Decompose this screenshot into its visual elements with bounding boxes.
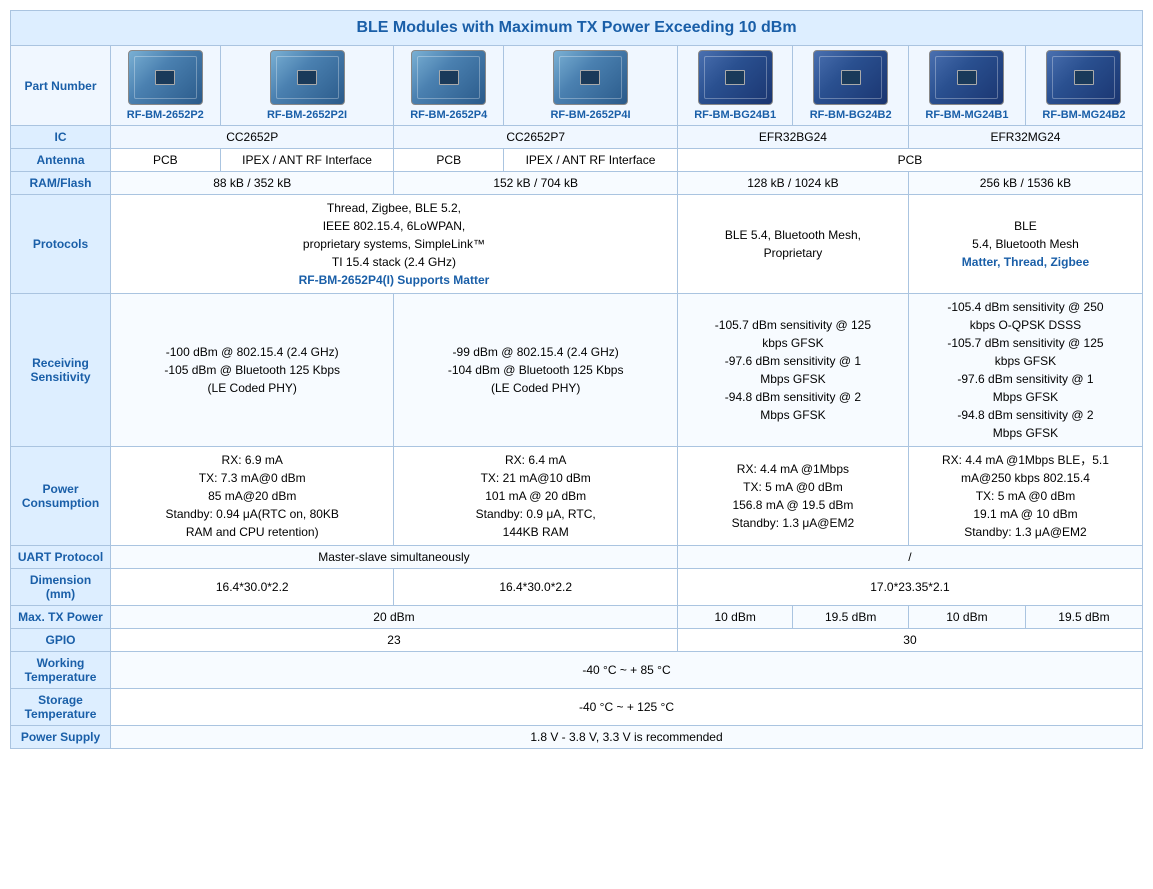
module-image-col8 [1046,50,1121,105]
protocols-groupD: BLE5.4, Bluetooth Mesh Matter, Thread, Z… [908,195,1142,294]
gpio-label: GPIO [11,629,111,652]
uart-label: UART Protocol [11,546,111,569]
part-name-col8: RF-BM-MG24B2 [1042,109,1125,121]
power-supply-label: Power Supply [11,726,111,749]
dimension-groupA: 16.4*30.0*2.2 [111,569,394,606]
module-image-col7 [929,50,1004,105]
antenna-col4: IPEX / ANT RF Interface [504,149,678,172]
part-name-col2: RF-BM-2652P2I [267,109,347,121]
module-image-col5 [698,50,773,105]
dimension-groupB: 16.4*30.0*2.2 [394,569,677,606]
module-image-col4 [553,50,628,105]
part-name-col7: RF-BM-MG24B1 [925,109,1008,121]
max-tx-col7: 10 dBm [908,606,1025,629]
max-tx-groupAB: 20 dBm [111,606,678,629]
max-tx-col6: 19.5 dBm [793,606,909,629]
ic-groupC: EFR32BG24 [677,126,908,149]
part-col4: RF-BM-2652P4I [504,46,678,126]
main-comparison-table: BLE Modules with Maximum TX Power Exceed… [10,10,1143,749]
protocols-matter-note: RF-BM-2652P4(I) Supports Matter [299,273,490,287]
uart-groupAB: Master-slave simultaneously [111,546,678,569]
protocols-groupC: BLE 5.4, Bluetooth Mesh,Proprietary [677,195,908,294]
antenna-col1: PCB [111,149,221,172]
part-col7: RF-BM-MG24B1 [908,46,1025,126]
max-tx-col5: 10 dBm [677,606,793,629]
protocols-groupAB: Thread, Zigbee, BLE 5.2,IEEE 802.15.4, 6… [111,195,678,294]
max-tx-label: Max. TX Power [11,606,111,629]
rx-sensitivity-groupC: -105.7 dBm sensitivity @ 125kbps GFSK-97… [677,294,908,447]
ram-flash-groupC: 128 kB / 1024 kB [677,172,908,195]
ic-label: IC [11,126,111,149]
part-name-col5: RF-BM-BG24B1 [694,109,776,121]
antenna-groupCD: PCB [677,149,1142,172]
antenna-col2: IPEX / ANT RF Interface [220,149,394,172]
ic-groupB: CC2652P7 [394,126,677,149]
rx-sensitivity-groupA: -100 dBm @ 802.15.4 (2.4 GHz)-105 dBm @ … [111,294,394,447]
ram-flash-groupA: 88 kB / 352 kB [111,172,394,195]
rx-sensitivity-groupD: -105.4 dBm sensitivity @ 250kbps O-QPSK … [908,294,1142,447]
part-col5: RF-BM-BG24B1 [677,46,793,126]
power-consumption-groupC: RX: 4.4 mA @1MbpsTX: 5 mA @0 dBm156.8 mA… [677,447,908,546]
part-col2: RF-BM-2652P2I [220,46,394,126]
gpio-groupCD: 30 [677,629,1142,652]
ram-flash-groupB: 152 kB / 704 kB [394,172,677,195]
part-col1: RF-BM-2652P2 [111,46,221,126]
power-consumption-label: PowerConsumption [11,447,111,546]
part-name-col3: RF-BM-2652P4 [410,109,487,121]
module-image-col2 [270,50,345,105]
dimension-label: Dimension (mm) [11,569,111,606]
part-name-col1: RF-BM-2652P2 [127,109,204,121]
antenna-col3: PCB [394,149,504,172]
power-consumption-groupA: RX: 6.9 mATX: 7.3 mA@0 dBm85 mA@20 dBmSt… [111,447,394,546]
dimension-groupCD: 17.0*23.35*2.1 [677,569,1142,606]
ram-flash-label: RAM/Flash [11,172,111,195]
gpio-groupAB: 23 [111,629,678,652]
ic-groupA: CC2652P [111,126,394,149]
part-col8: RF-BM-MG24B2 [1025,46,1142,126]
module-image-col1 [128,50,203,105]
table-title: BLE Modules with Maximum TX Power Exceed… [11,11,1143,46]
part-col6: RF-BM-BG24B2 [793,46,909,126]
protocols-label: Protocols [11,195,111,294]
rx-sensitivity-groupB: -99 dBm @ 802.15.4 (2.4 GHz)-104 dBm @ B… [394,294,677,447]
part-name-col6: RF-BM-BG24B2 [810,109,892,121]
working-temp-label: WorkingTemperature [11,652,111,689]
antenna-label: Antenna [11,149,111,172]
protocols-groupD-matter: Matter, Thread, Zigbee [962,255,1089,269]
power-consumption-groupB: RX: 6.4 mATX: 21 mA@10 dBm101 mA @ 20 dB… [394,447,677,546]
module-image-col6 [813,50,888,105]
part-name-col4: RF-BM-2652P4I [550,109,630,121]
max-tx-col8: 19.5 dBm [1025,606,1142,629]
power-consumption-groupD: RX: 4.4 mA @1Mbps BLE，5.1mA@250 kbps 802… [908,447,1142,546]
rx-sensitivity-label: ReceivingSensitivity [11,294,111,447]
ic-groupD: EFR32MG24 [908,126,1142,149]
ram-flash-groupD: 256 kB / 1536 kB [908,172,1142,195]
part-number-label: Part Number [11,46,111,126]
working-temp-value: -40 °C ~ + 85 °C [111,652,1143,689]
storage-temp-value: -40 °C ~ + 125 °C [111,689,1143,726]
power-supply-value: 1.8 V - 3.8 V, 3.3 V is recommended [111,726,1143,749]
part-col3: RF-BM-2652P4 [394,46,504,126]
storage-temp-label: StorageTemperature [11,689,111,726]
uart-groupCD: / [677,546,1142,569]
module-image-col3 [411,50,486,105]
